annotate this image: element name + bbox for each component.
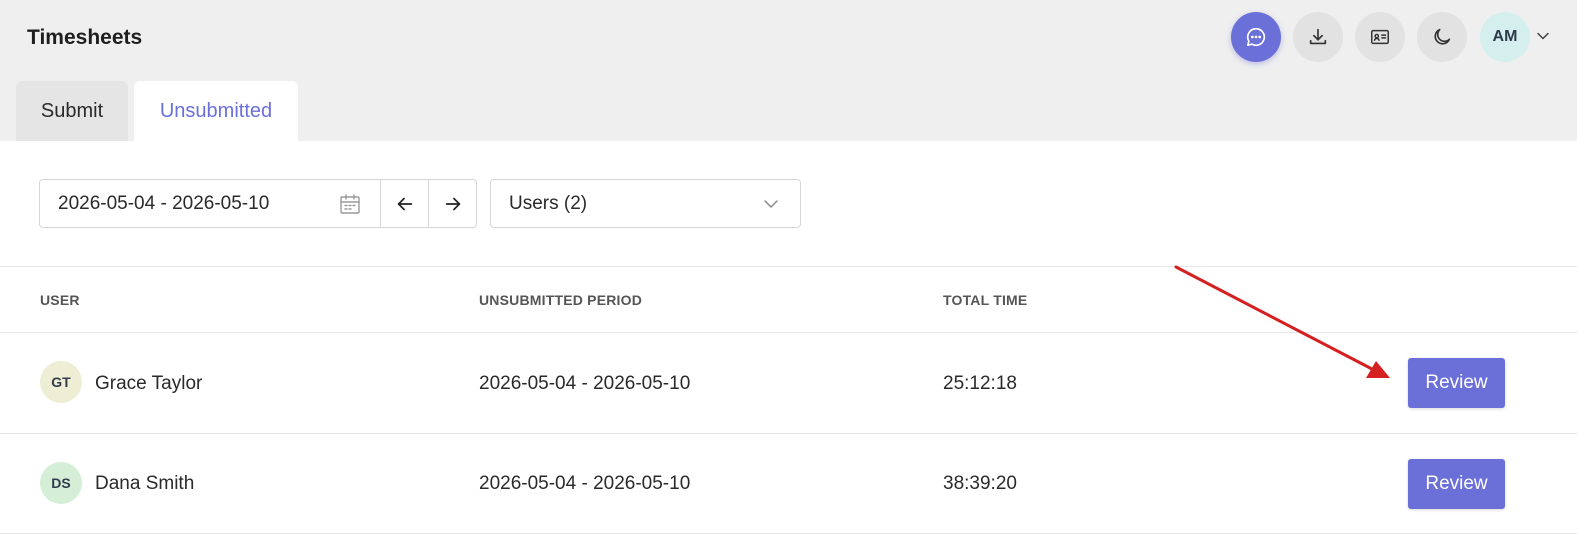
calendar-icon[interactable]	[338, 192, 362, 216]
total-time: 38:39:20	[943, 473, 1017, 494]
review-button[interactable]: Review	[1408, 358, 1505, 408]
review-button[interactable]: Review	[1408, 459, 1505, 509]
previous-period-button[interactable]	[380, 180, 428, 227]
top-bar: Timesheets AM Submit Unsubmitted	[0, 0, 1577, 141]
id-card-icon	[1371, 29, 1389, 45]
users-select-value: Users (2)	[509, 192, 588, 214]
tab-unsubmitted[interactable]: Unsubmitted	[134, 81, 298, 141]
divider	[0, 266, 1577, 267]
id-card-button[interactable]	[1355, 12, 1405, 62]
user-name: Grace Taylor	[95, 373, 203, 394]
moon-icon	[1434, 28, 1451, 45]
divider	[0, 433, 1577, 434]
date-range-value: 2026-05-04 - 2026-05-10	[58, 192, 270, 214]
column-header-user: USER	[40, 292, 80, 308]
page-title: Timesheets	[27, 26, 143, 49]
chevron-down-icon	[764, 200, 778, 208]
total-time: 25:12:18	[943, 373, 1017, 394]
user-avatar[interactable]: AM	[1480, 12, 1530, 62]
tab-submit[interactable]: Submit	[16, 81, 128, 141]
avatar: DS	[40, 462, 82, 504]
download-button[interactable]	[1293, 12, 1343, 62]
column-header-total-time: TOTAL TIME	[943, 292, 1028, 308]
divider	[0, 332, 1577, 333]
next-period-button[interactable]	[428, 180, 476, 227]
dark-mode-button[interactable]	[1417, 12, 1467, 62]
avatar: GT	[40, 361, 82, 403]
arrow-right-icon	[445, 197, 460, 210]
arrow-left-icon	[397, 197, 412, 210]
download-icon	[1309, 28, 1327, 45]
divider	[0, 533, 1577, 534]
date-range-input[interactable]: 2026-05-04 - 2026-05-10	[40, 180, 380, 227]
date-range-picker: 2026-05-04 - 2026-05-10	[39, 179, 477, 228]
unsubmitted-period: 2026-05-04 - 2026-05-10	[479, 373, 691, 394]
users-select[interactable]: Users (2)	[490, 179, 801, 228]
chat-button[interactable]	[1231, 12, 1281, 62]
chevron-down-icon[interactable]	[1535, 28, 1551, 44]
unsubmitted-period: 2026-05-04 - 2026-05-10	[479, 473, 691, 494]
column-header-unsubmitted-period: UNSUBMITTED PERIOD	[479, 292, 643, 308]
chat-icon	[1246, 27, 1266, 47]
user-name: Dana Smith	[95, 473, 195, 494]
